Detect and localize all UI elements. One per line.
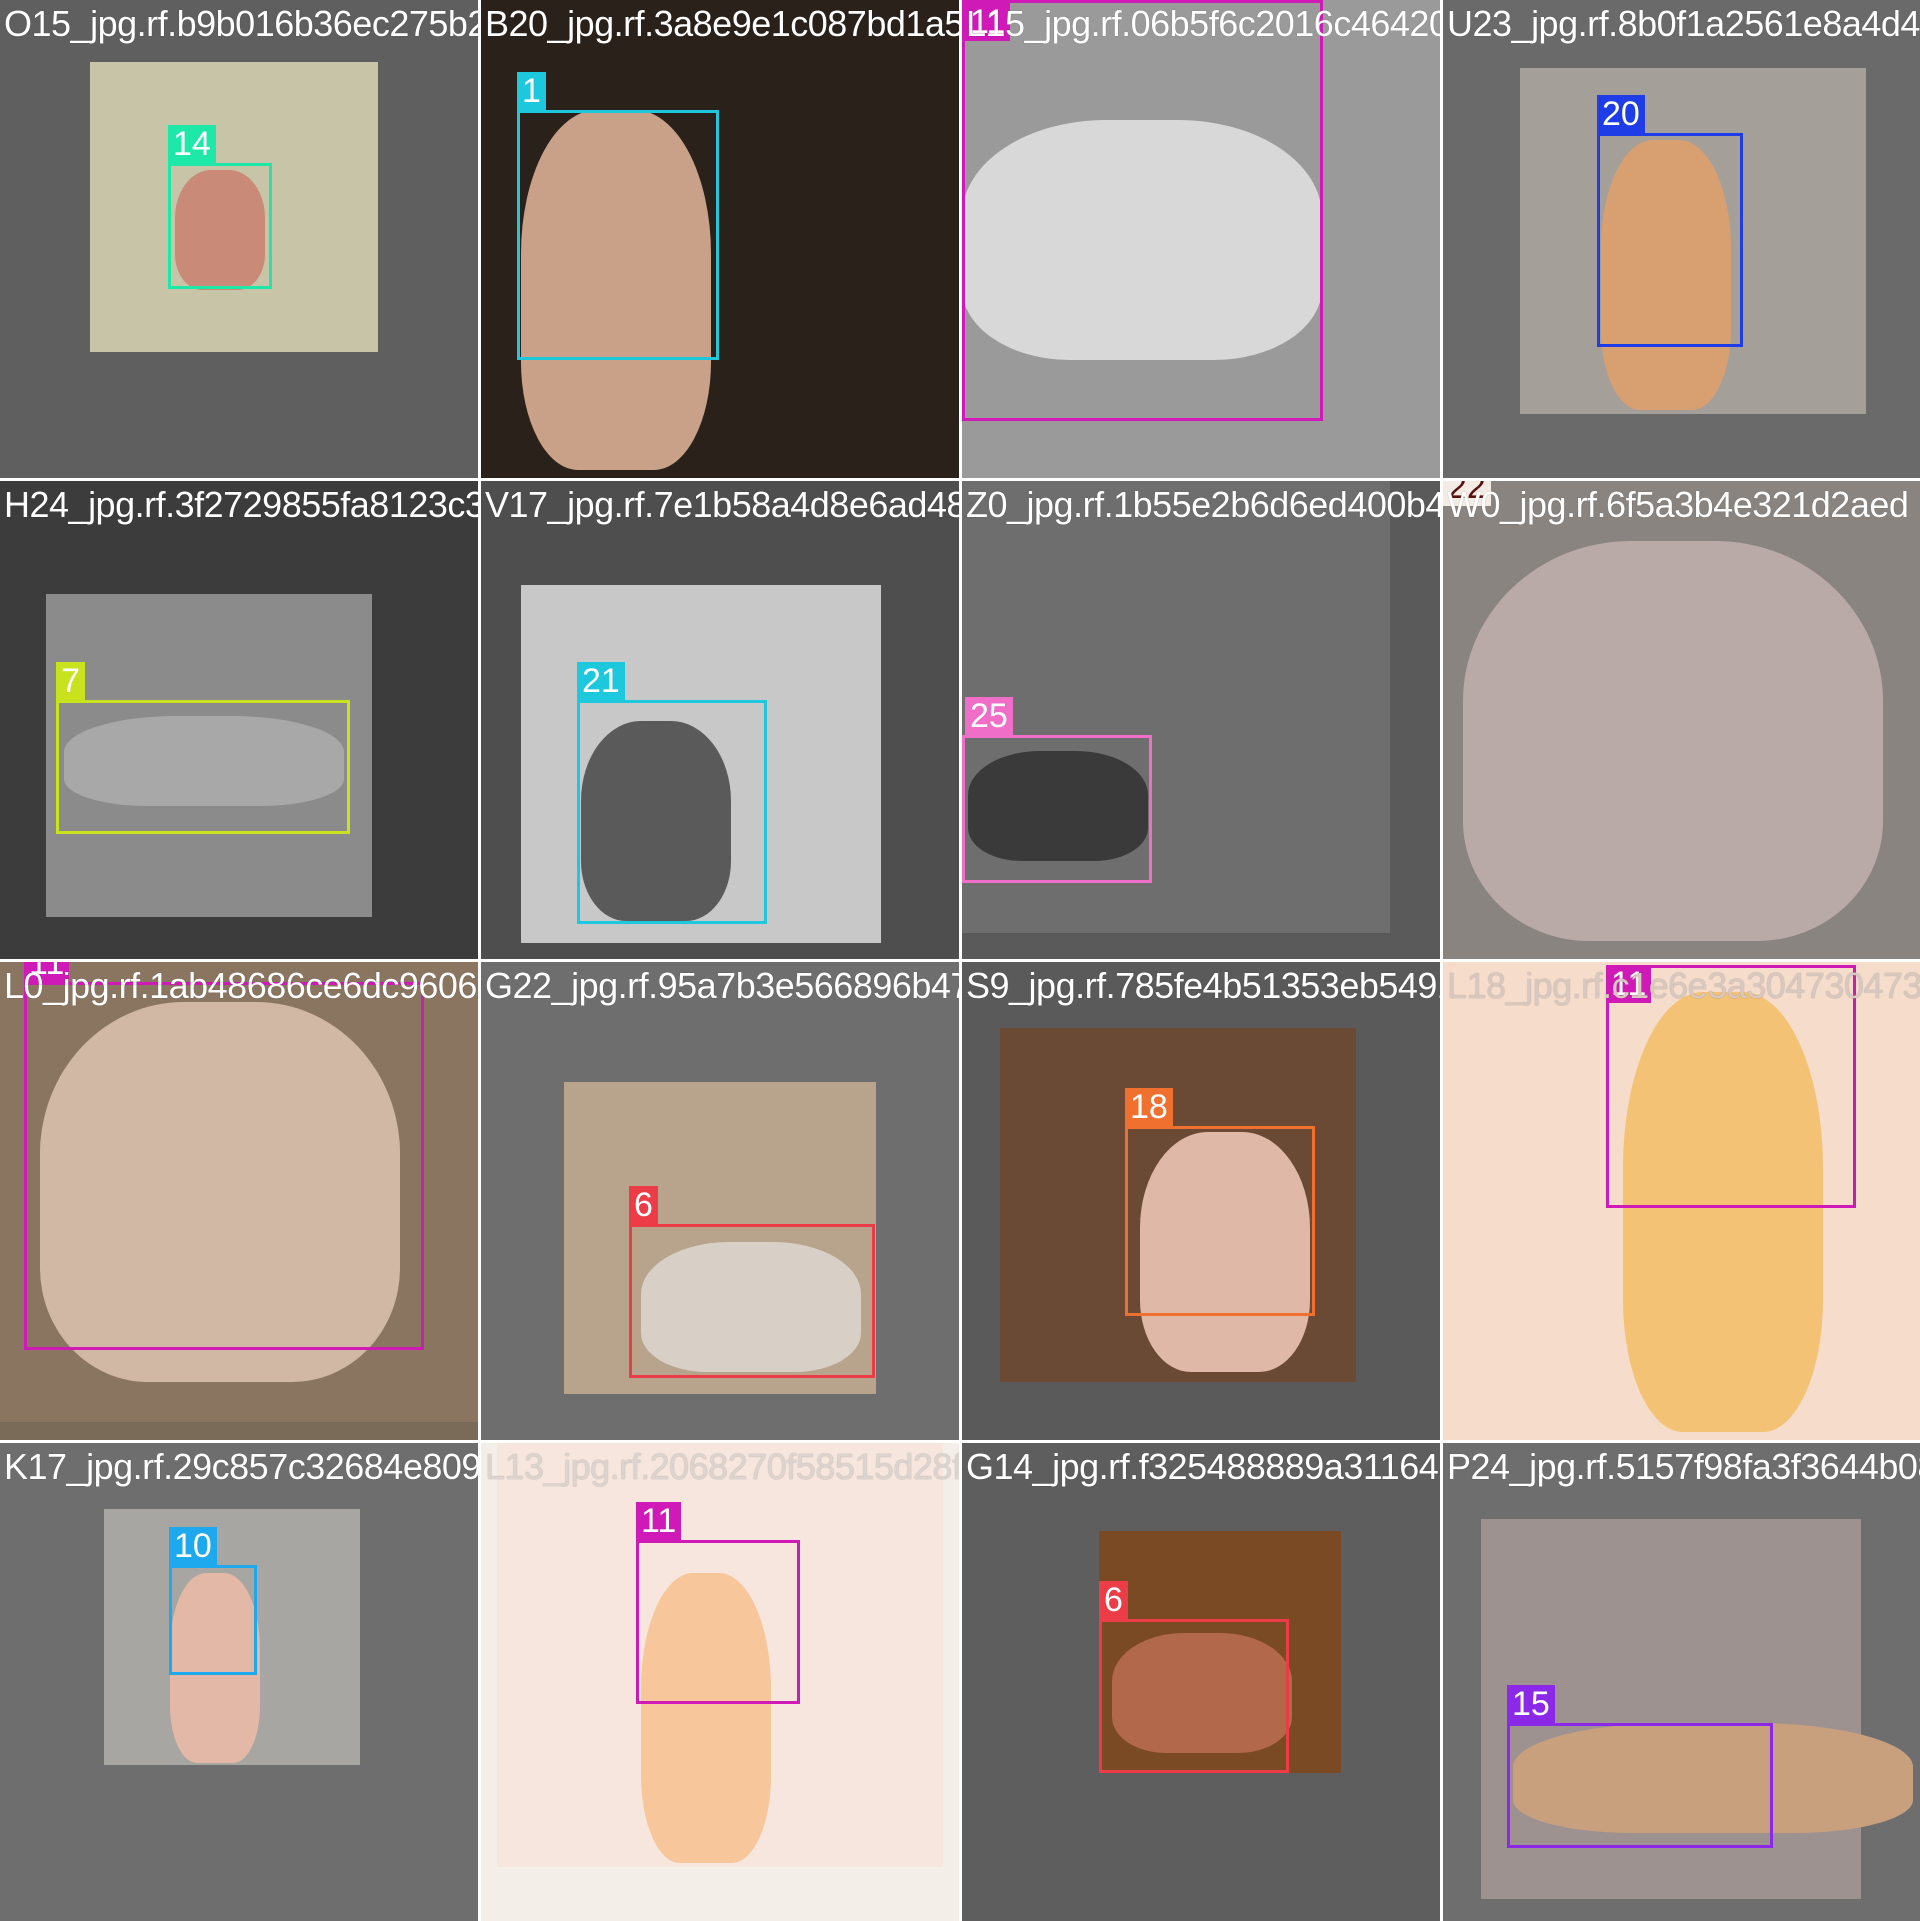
image-filename: G22_jpg.rf.95a7b3e566896b476959729673f54… (485, 965, 959, 1006)
tile: 6 G22_jpg.rf.95a7b3e566896b476959729673f… (481, 962, 959, 1440)
tile: 11 L0_jpg.rf.1ab48686ce6dc96061022eb5f3a… (0, 962, 478, 1440)
detection-box: 20 (1597, 95, 1743, 347)
class-label: 7 (56, 662, 85, 700)
class-label: 20 (1597, 95, 1645, 133)
tile: 11 L13_jpg.rf.2068270f58515d28fad4f2f572… (481, 1443, 959, 1921)
image-filename: P24_jpg.rf.5157f98fa3f3644b08c (1447, 1446, 1920, 1487)
tile: 11 L15_jpg.rf.06b5f6c2016c4642083739 (962, 0, 1440, 478)
image-filename: Z0_jpg.rf.1b55e2b6d6ed400b4c9b3b0f0f5f4 (966, 484, 1440, 525)
image-filename: S9_jpg.rf.785fe4b51353eb5491180b3c1e6e3a… (966, 965, 1440, 1006)
tile: 6 G14_jpg.rf.f325488889a31164b84f5157f98… (962, 1443, 1440, 1921)
image-filename: L15_jpg.rf.06b5f6c2016c4642083739 (966, 3, 1440, 44)
image-filename: L18_jpg.rf.c1e6e3a304730473c71 (1447, 965, 1920, 1006)
class-label: 25 (965, 697, 1013, 735)
detection-box: 10 (169, 1527, 257, 1675)
class-label: 6 (1099, 1581, 1128, 1619)
image-filename: L0_jpg.rf.1ab48686ce6dc96061022eb5f3a770… (4, 965, 478, 1006)
tile: 15 P24_jpg.rf.5157f98fa3f3644b08c (1443, 1443, 1920, 1921)
class-label: 6 (629, 1186, 658, 1224)
detection-box: 11 (24, 962, 424, 1350)
tile: 22 W0_jpg.rf.6f5a3b4e321d2aed (1443, 481, 1920, 959)
tile: 10 K17_jpg.rf.29c857c32684e8098d77de2068… (0, 1443, 478, 1921)
image-filename: V17_jpg.rf.7e1b58a4d8e6ad48627e0a3a1f0e3… (485, 484, 959, 525)
class-label: 10 (169, 1527, 217, 1565)
detection-box: 6 (629, 1186, 875, 1378)
tile: 14 O15_jpg.rf.b9b016b36ec275b226f5f33fd4… (0, 0, 478, 478)
image-filename: O15_jpg.rf.b9b016b36ec275b226f5f33fd4905… (4, 3, 478, 44)
detection-box: 11 (636, 1502, 800, 1704)
image-filename: K17_jpg.rf.29c857c32684e8098d77de2068270… (4, 1446, 478, 1487)
tile: 18 S9_jpg.rf.785fe4b51353eb5491180b3c1e6… (962, 962, 1440, 1440)
image-filename: L13_jpg.rf.2068270f58515d28fad4f2f572f32… (485, 1446, 959, 1487)
detection-box: 21 (577, 662, 767, 924)
class-label: 21 (577, 662, 625, 700)
tile: 20 U23_jpg.rf.8b0f1a2561e8a4d4788ed4e3d7 (1443, 0, 1920, 478)
detection-box: 7 (56, 662, 350, 834)
image-filename: W0_jpg.rf.6f5a3b4e321d2aed (1447, 484, 1909, 525)
tile: 11 L18_jpg.rf.c1e6e3a304730473c71 (1443, 962, 1920, 1440)
tile: 1 B20_jpg.rf.3a8e9e1c087bd1a50bb1f0f3f8f (481, 0, 959, 478)
image-filename: H24_jpg.rf.3f2729855fa8123c3743e1781b801… (4, 484, 478, 525)
detection-box: 15 (1507, 1685, 1773, 1848)
detection-box: 18 (1125, 1088, 1315, 1316)
detection-box: 25 (962, 697, 1152, 883)
hand-shape (1463, 541, 1883, 941)
class-label: 1 (517, 72, 546, 110)
tile: 21 V17_jpg.rf.7e1b58a4d8e6ad48627e0a3a1f… (481, 481, 959, 959)
detection-box: 14 (168, 125, 272, 289)
detection-box: 6 (1099, 1581, 1289, 1773)
image-filename: U23_jpg.rf.8b0f1a2561e8a4d4788ed4e3d7 (1447, 3, 1920, 44)
image-filename: B20_jpg.rf.3a8e9e1c087bd1a50bb1f0f3f8f (485, 3, 959, 44)
class-label: 11 (636, 1502, 682, 1540)
tile: 7 H24_jpg.rf.3f2729855fa8123c3743e1781b8… (0, 481, 478, 959)
class-label: 18 (1125, 1088, 1173, 1126)
class-label: 14 (168, 125, 216, 163)
class-label: 15 (1507, 1685, 1555, 1723)
detection-box: 1 (517, 72, 719, 360)
tile: 25 Z0_jpg.rf.1b55e2b6d6ed400b4c9b3b0f0f5… (962, 481, 1440, 959)
detection-mosaic: 14 O15_jpg.rf.b9b016b36ec275b226f5f33fd4… (0, 0, 1920, 1921)
image-filename: G14_jpg.rf.f325488889a31164b84f5157f98fa… (966, 1446, 1440, 1487)
detection-box: 11 (962, 0, 1323, 421)
